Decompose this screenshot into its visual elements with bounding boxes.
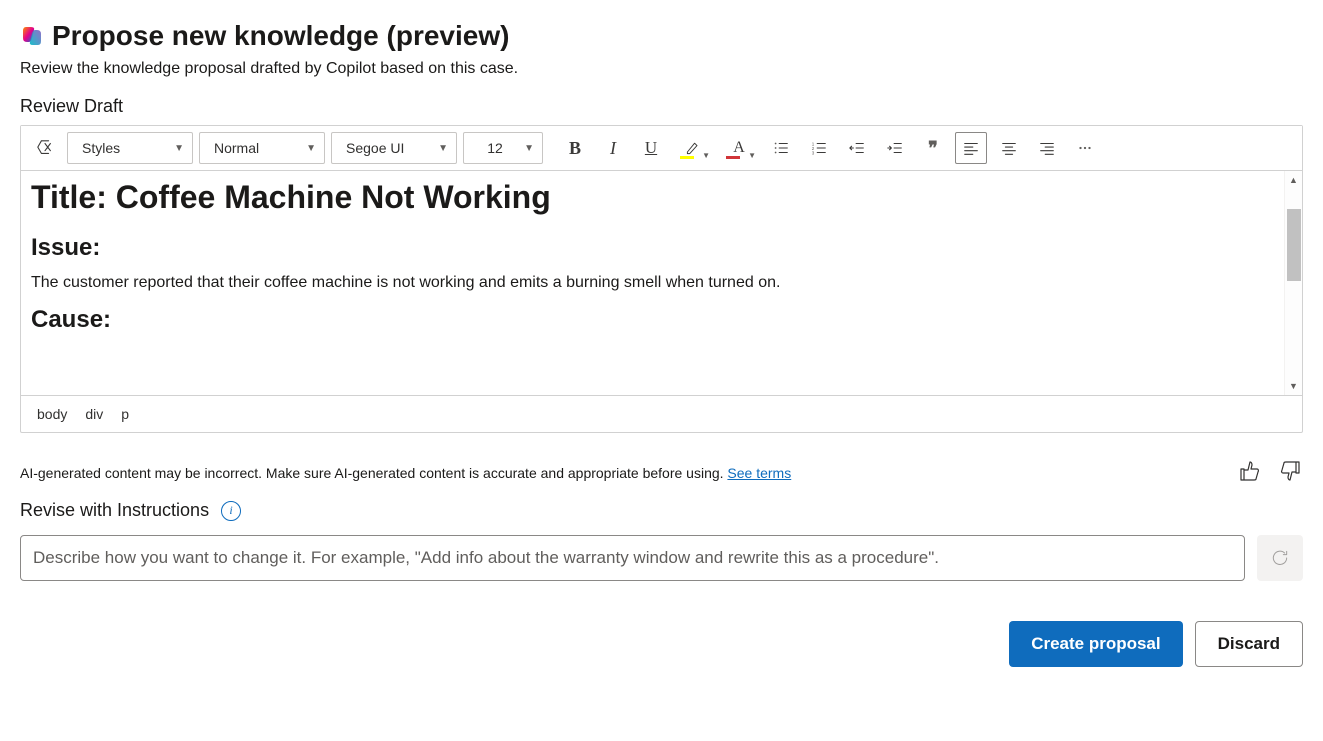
revise-instructions-input[interactable] <box>20 535 1245 581</box>
styles-label: Styles <box>82 140 120 156</box>
see-terms-link[interactable]: See terms <box>727 465 791 481</box>
breadcrumb-div[interactable]: div <box>85 406 103 422</box>
review-draft-label: Review Draft <box>20 96 1303 117</box>
numbered-list-button[interactable]: 123 <box>803 132 835 164</box>
ai-disclaimer-row: AI-generated content may be incorrect. M… <box>20 459 1303 486</box>
font-size-dropdown[interactable]: 12 ▼ <box>463 132 543 164</box>
styles-dropdown[interactable]: Styles ▼ <box>67 132 193 164</box>
format-dropdown[interactable]: Normal ▼ <box>199 132 325 164</box>
document-title: Title: Coffee Machine Not Working <box>31 179 1274 216</box>
thumbs-up-button[interactable] <box>1237 459 1261 486</box>
font-dropdown[interactable]: Segoe UI ▼ <box>331 132 457 164</box>
scroll-up-icon[interactable]: ▲ <box>1285 171 1303 189</box>
title-row: Propose new knowledge (preview) <box>20 20 1303 52</box>
bullet-list-button[interactable] <box>765 132 797 164</box>
underline-button[interactable]: U <box>635 132 667 164</box>
chevron-down-icon: ▼ <box>174 143 184 154</box>
more-options-button[interactable] <box>1069 132 1101 164</box>
copilot-icon <box>20 24 44 48</box>
chevron-down-icon: ▼ <box>524 143 534 154</box>
page-subtitle: Review the knowledge proposal drafted by… <box>20 60 1303 78</box>
info-icon[interactable]: i <box>221 501 241 521</box>
scrollbar[interactable]: ▲ ▼ <box>1284 171 1302 395</box>
thumbs-down-button[interactable] <box>1279 459 1303 486</box>
font-size-label: 12 <box>478 140 512 156</box>
rich-text-editor: Styles ▼ Normal ▼ Segoe UI ▼ 12 ▼ B I U … <box>20 125 1303 433</box>
align-left-button[interactable] <box>955 132 987 164</box>
italic-button[interactable]: I <box>597 132 629 164</box>
outdent-button[interactable] <box>841 132 873 164</box>
breadcrumb-body[interactable]: body <box>37 406 67 422</box>
editor-body-wrap: Title: Coffee Machine Not Working Issue:… <box>21 171 1302 395</box>
editor-content[interactable]: Title: Coffee Machine Not Working Issue:… <box>21 171 1284 395</box>
clear-formatting-button[interactable] <box>29 132 61 164</box>
cause-heading: Cause: <box>31 306 1274 334</box>
issue-heading: Issue: <box>31 234 1274 262</box>
discard-button[interactable]: Discard <box>1195 621 1303 667</box>
revise-header-row: Revise with Instructions i <box>20 500 1303 521</box>
chevron-down-icon: ▼ <box>702 151 710 160</box>
header: Propose new knowledge (preview) Review t… <box>20 20 1303 78</box>
svg-text:3: 3 <box>812 150 815 155</box>
align-center-button[interactable] <box>993 132 1025 164</box>
refresh-button[interactable] <box>1257 535 1303 581</box>
feedback-buttons <box>1237 459 1303 486</box>
highlight-color-button[interactable]: ▼ <box>673 132 713 164</box>
align-right-button[interactable] <box>1031 132 1063 164</box>
scroll-thumb[interactable] <box>1287 209 1301 281</box>
chevron-down-icon: ▼ <box>748 151 756 160</box>
page-title: Propose new knowledge (preview) <box>52 20 509 52</box>
issue-text: The customer reported that their coffee … <box>31 274 1274 292</box>
indent-button[interactable] <box>879 132 911 164</box>
chevron-down-icon: ▼ <box>438 143 448 154</box>
chevron-down-icon: ▼ <box>306 143 316 154</box>
revise-input-row <box>20 535 1303 581</box>
font-label: Segoe UI <box>346 140 404 156</box>
element-breadcrumb: body div p <box>21 395 1302 432</box>
editor-toolbar: Styles ▼ Normal ▼ Segoe UI ▼ 12 ▼ B I U … <box>21 126 1302 171</box>
ai-disclaimer-text: AI-generated content may be incorrect. M… <box>20 465 791 481</box>
footer-buttons: Create proposal Discard <box>20 621 1303 667</box>
breadcrumb-p[interactable]: p <box>121 406 129 422</box>
scroll-down-icon[interactable]: ▼ <box>1285 377 1303 395</box>
bold-button[interactable]: B <box>559 132 591 164</box>
blockquote-button[interactable]: ❞ <box>917 132 949 164</box>
create-proposal-button[interactable]: Create proposal <box>1009 621 1182 667</box>
format-label: Normal <box>214 140 259 156</box>
scroll-track[interactable] <box>1285 189 1303 377</box>
revise-label: Revise with Instructions <box>20 500 209 521</box>
font-color-button[interactable]: A ▼ <box>719 132 759 164</box>
